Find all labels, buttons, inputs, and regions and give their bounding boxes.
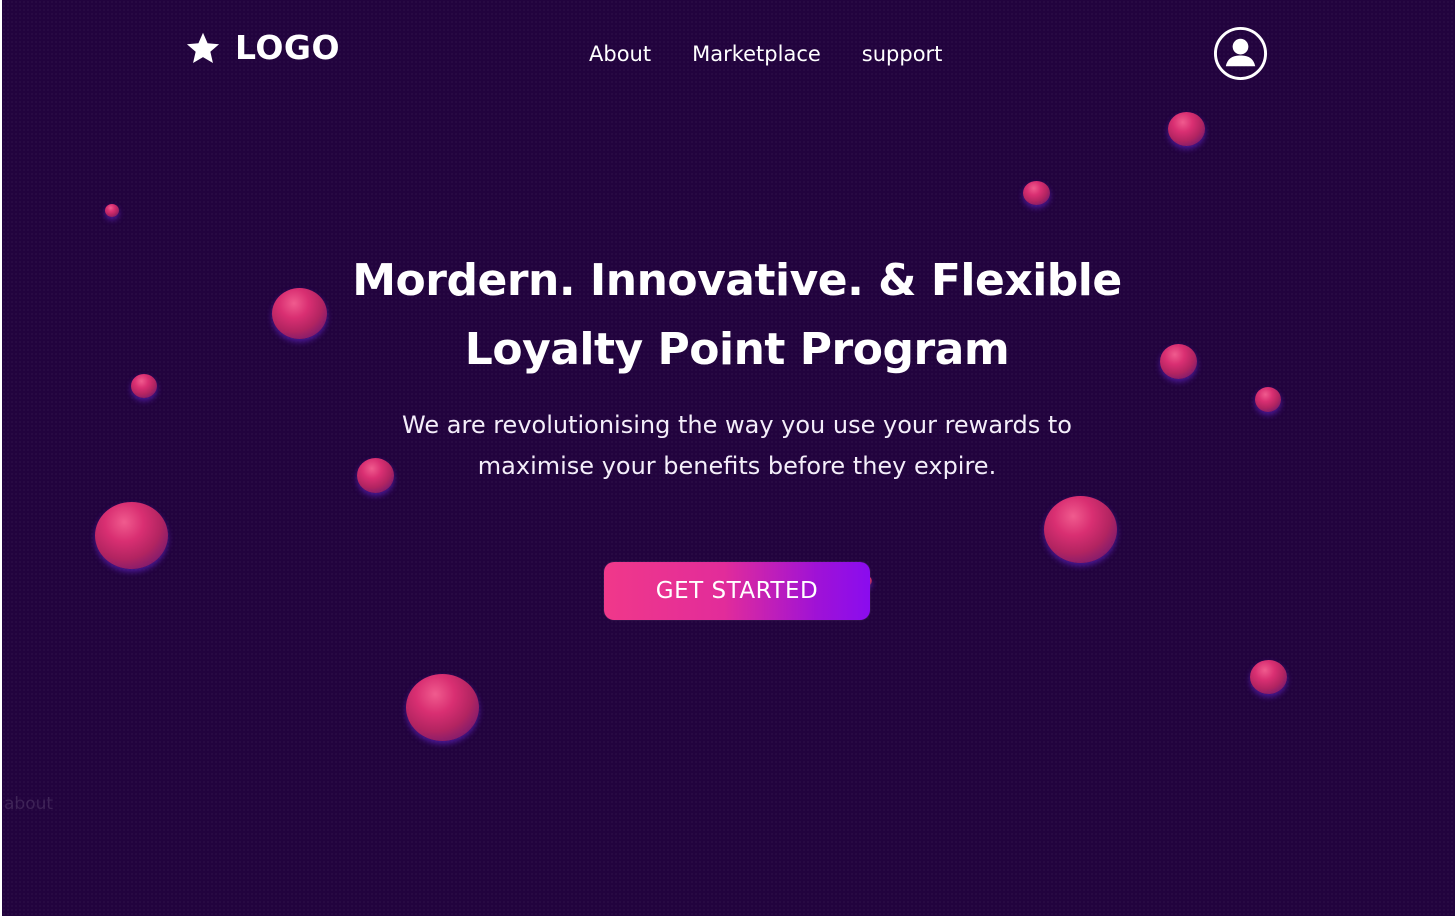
hero-title-line-1: Mordern. Innovative. & Flexible	[352, 255, 1122, 306]
star-icon	[185, 30, 221, 66]
logo-text: LOGO	[235, 28, 341, 67]
hero-subtitle: We are revolutionising the way you use y…	[2, 405, 1455, 487]
hero-subtitle-line-2: maximise your benefits before they expir…	[477, 452, 997, 480]
decorative-sphere	[105, 204, 119, 217]
hero-subtitle-line-1: We are revolutionising the way you use y…	[402, 411, 1072, 439]
stray-about-text: about	[4, 794, 54, 814]
decorative-sphere	[95, 502, 168, 569]
nav-marketplace[interactable]: Marketplace	[692, 40, 821, 68]
hero-title-line-2: Loyalty Point Program	[464, 324, 1010, 375]
decorative-sphere	[406, 674, 479, 741]
nav-support[interactable]: support	[862, 40, 943, 68]
nav-about[interactable]: About	[589, 40, 651, 68]
main-nav: About Marketplace support	[589, 40, 942, 68]
user-circle-icon	[1213, 26, 1268, 81]
decorative-sphere	[1023, 181, 1050, 205]
hero-title: Mordern. Innovative. & Flexible Loyalty …	[2, 246, 1455, 384]
decorative-sphere	[1168, 112, 1205, 146]
get-started-button[interactable]: GET STARTED	[604, 562, 870, 620]
landing-page: LOGO About Marketplace support Mordern. …	[0, 0, 1455, 916]
decorative-sphere	[1044, 496, 1117, 563]
decorative-sphere	[1250, 660, 1287, 694]
account-button[interactable]	[1213, 26, 1268, 81]
logo[interactable]: LOGO	[185, 28, 340, 67]
